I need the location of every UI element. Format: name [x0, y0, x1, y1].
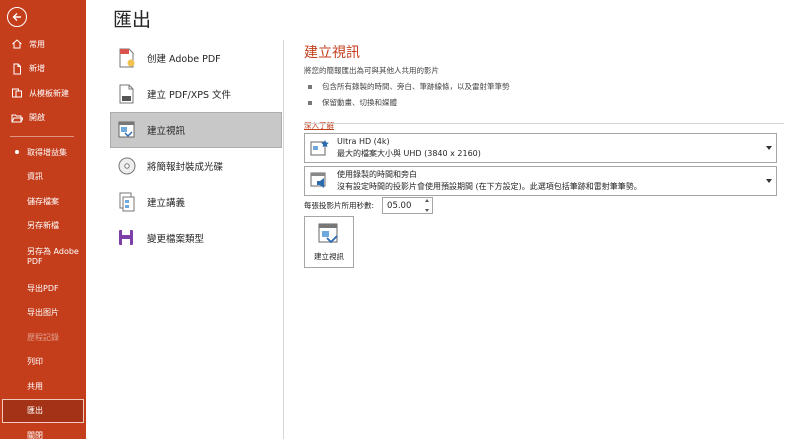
sidebar-item-export-pdf[interactable]: 导出PDF [0, 276, 86, 301]
bullet-text: 保留動畫、切換和媒體 [322, 98, 397, 107]
sidebar-item-export[interactable]: 匯出 [2, 398, 84, 423]
option-create-pdf-xps[interactable]: 建立 PDF/XPS 文件 [110, 76, 282, 112]
create-video-label: 建立視訊 [314, 252, 344, 261]
sidebar-item-open[interactable]: 開啟 [0, 106, 86, 131]
bullet-item: 包含所有錄製的時間、旁白、筆跡線條，以及雷射筆筆勢 [304, 81, 784, 92]
seconds-label: 每張投影片所用秒數: [304, 201, 375, 210]
sidebar-item-label: 从模板新建 [29, 88, 69, 98]
sidebar-top-group: 常用 新增 从模板新建 開啟 [0, 32, 86, 130]
sidebar-item-new[interactable]: 新增 [0, 57, 86, 82]
quality-description: 最大的檔案大小與 UHD (3840 x 2160) [337, 149, 481, 158]
caret-down-icon[interactable] [425, 209, 430, 212]
option-label: 將簡報封裝成光碟 [147, 162, 224, 173]
pdf-xps-icon [119, 84, 134, 104]
sidebar-item-save-as[interactable]: 另存新檔 [0, 214, 86, 239]
video-icon [118, 121, 135, 138]
sidebar-item-export-image[interactable]: 导出图片 [0, 301, 86, 326]
sidebar-item-label: 匯出 [27, 406, 43, 416]
sidebar-lower-group: 取得增益集 資訊 儲存檔案 另存新檔 另存為 Adobe PDF 导出PDF 导… [0, 140, 86, 439]
video-icon [318, 223, 338, 244]
backstage-sidebar: 常用 新增 从模板新建 開啟 取得增益集 資訊 儲存檔案 另存新檔 另存為 Ad… [0, 0, 86, 439]
sidebar-item-label: 開啟 [29, 113, 45, 123]
panel-description: 將您的簡報匯出為可與其他人共用的影片 [304, 66, 439, 75]
quality-dropdown[interactable]: Ultra HD (4k) 最大的檔案大小與 UHD (3840 x 2160) [304, 133, 777, 163]
sidebar-item-label: 另存為 Adobe PDF [27, 247, 79, 266]
sidebar-item-print[interactable]: 列印 [0, 350, 86, 375]
sidebar-item-label: 儲存檔案 [27, 196, 59, 206]
panel-divider [283, 40, 284, 439]
seconds-per-slide-row: 每張投影片所用秒數: 05.00 [304, 197, 434, 214]
option-create-handouts[interactable]: 建立講義 [110, 184, 282, 220]
option-label: 建立視訊 [147, 126, 186, 137]
adobe-pdf-icon [119, 48, 135, 68]
notification-dot-icon [15, 150, 19, 155]
handout-icon [119, 192, 135, 212]
template-icon [12, 88, 22, 98]
sidebar-item-home[interactable]: 常用 [0, 32, 86, 57]
narration-timing-icon [310, 172, 326, 188]
sidebar-item-label: 歷程記錄 [27, 332, 59, 342]
section-divider [304, 123, 784, 124]
sidebar-item-label: 新增 [29, 64, 45, 74]
timing-title: 使用錄製的時間和旁白 [337, 170, 417, 179]
sidebar-item-share[interactable]: 共用 [0, 374, 86, 399]
bullet-text: 包含所有錄製的時間、旁白、筆跡線條，以及雷射筆筆勢 [322, 82, 510, 91]
create-video-button[interactable]: 建立視訊 [304, 216, 354, 268]
bullet-square-icon [308, 84, 312, 89]
option-label: 建立講義 [147, 198, 186, 209]
page-title: 匯出 [113, 9, 152, 31]
quality-title: Ultra HD (4k) [337, 137, 390, 146]
seconds-value: 05.00 [387, 200, 412, 211]
video-export-panel: 建立視訊 將您的簡報匯出為可與其他人共用的影片 包含所有錄製的時間、旁白、筆跡線… [304, 40, 784, 132]
cd-icon [118, 157, 136, 175]
option-change-file-type[interactable]: 變更檔案類型 [110, 220, 282, 256]
sidebar-item-label: 取得增益集 [27, 147, 67, 157]
option-create-adobe-pdf[interactable]: 创建 Adobe PDF [110, 40, 282, 76]
back-button[interactable] [7, 7, 27, 27]
option-label: 變更檔案類型 [147, 234, 205, 245]
open-folder-icon [11, 114, 23, 123]
bullet-item: 保留動畫、切換和媒體 [304, 97, 784, 108]
sidebar-item-history: 歷程記錄 [0, 325, 86, 350]
panel-title: 建立視訊 [304, 45, 360, 61]
export-options-list: 创建 Adobe PDF 建立 PDF/XPS 文件 建立視訊 將簡報封裝成光碟… [110, 40, 282, 256]
sidebar-item-label: 导出PDF [27, 283, 59, 293]
sidebar-item-label: 导出图片 [27, 308, 59, 318]
sidebar-item-save-as-adobe-pdf[interactable]: 另存為 Adobe PDF [0, 238, 86, 276]
sidebar-item-get-addins[interactable]: 取得增益集 [0, 140, 86, 165]
sidebar-item-save[interactable]: 儲存檔案 [0, 189, 86, 214]
chevron-down-icon [766, 146, 772, 150]
sidebar-item-label: 常用 [29, 39, 45, 49]
chevron-down-icon [766, 179, 772, 183]
bullet-square-icon [308, 100, 312, 105]
sidebar-item-label: 共用 [27, 381, 43, 391]
option-create-video[interactable]: 建立視訊 [110, 112, 282, 148]
sidebar-item-label: 資訊 [27, 172, 43, 182]
new-file-icon [13, 63, 21, 75]
seconds-spinner[interactable]: 05.00 [382, 197, 434, 214]
sidebar-divider [10, 136, 74, 137]
sidebar-item-info[interactable]: 資訊 [0, 165, 86, 190]
home-icon [12, 39, 22, 49]
spinner-arrows[interactable] [424, 199, 430, 212]
option-label: 创建 Adobe PDF [147, 54, 221, 65]
timing-description: 沒有設定時間的投影片會使用預設期間 (在下方設定)。此選項包括筆跡和雷射筆筆勢。 [337, 182, 642, 191]
sidebar-item-label: 列印 [27, 357, 43, 367]
sidebar-item-label: 另存新檔 [27, 221, 59, 231]
timing-dropdown[interactable]: 使用錄製的時間和旁白 沒有設定時間的投影片會使用預設期間 (在下方設定)。此選項… [304, 166, 777, 196]
option-label: 建立 PDF/XPS 文件 [147, 90, 232, 101]
uhd-quality-icon [310, 140, 329, 156]
arrow-left-icon [12, 13, 21, 21]
sidebar-item-from-template[interactable]: 从模板新建 [0, 81, 86, 106]
option-package-cd[interactable]: 將簡報封裝成光碟 [110, 148, 282, 184]
learn-more-link[interactable]: 深入了解 [304, 120, 334, 131]
sidebar-item-close[interactable]: 關閉 [0, 423, 86, 439]
caret-up-icon[interactable] [425, 199, 430, 202]
change-type-icon [119, 230, 133, 245]
sidebar-item-label: 關閉 [27, 430, 43, 439]
